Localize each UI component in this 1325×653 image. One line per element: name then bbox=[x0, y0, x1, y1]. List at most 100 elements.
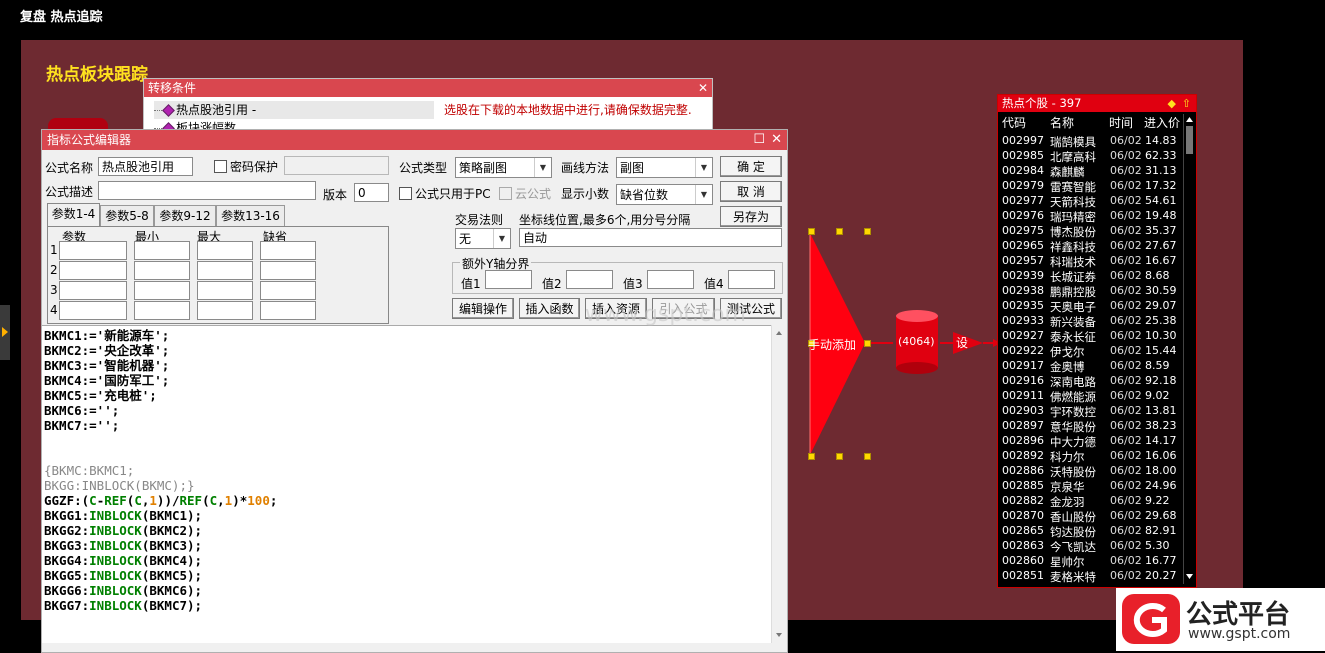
table-row[interactable]: 002870 香山股份 06/02 29.68 bbox=[998, 509, 1182, 524]
resize-handle[interactable] bbox=[808, 453, 815, 460]
close-icon[interactable]: ✕ bbox=[771, 130, 782, 150]
maximize-icon[interactable]: ☐ bbox=[753, 130, 765, 150]
tab-params-9-12[interactable]: 参数9-12 bbox=[154, 205, 216, 226]
table-row[interactable]: 002997 瑞鹄模具 06/02 14.83 bbox=[998, 134, 1182, 149]
table-row[interactable]: 002911 佛燃能源 06/02 9.02 bbox=[998, 389, 1182, 404]
tree-item[interactable]: 热点股池引用 - bbox=[154, 101, 434, 119]
param-cell-input[interactable] bbox=[134, 241, 190, 260]
table-row[interactable]: 002892 科力尔 06/02 16.06 bbox=[998, 449, 1182, 464]
formula-desc-input[interactable] bbox=[98, 181, 316, 200]
tab-params-1-4[interactable]: 参数1-4 bbox=[47, 203, 100, 226]
hot-stocks-scrollbar[interactable] bbox=[1183, 114, 1195, 584]
column-header[interactable]: 进入价 bbox=[1144, 114, 1180, 131]
decimals-select[interactable]: 缺省位数 ▼ bbox=[616, 184, 713, 205]
param-cell-input[interactable] bbox=[260, 261, 316, 280]
value2-input[interactable] bbox=[566, 270, 613, 289]
table-row[interactable]: 002885 京泉华 06/02 24.96 bbox=[998, 479, 1182, 494]
table-row[interactable]: 002865 钧达股份 06/02 82.91 bbox=[998, 524, 1182, 539]
table-row[interactable]: 002939 长城证券 06/02 8.68 bbox=[998, 269, 1182, 284]
insert-function-button[interactable]: 插入函数 bbox=[519, 298, 580, 319]
resize-handle[interactable] bbox=[836, 453, 843, 460]
table-row[interactable]: 002886 沃特股份 06/02 18.00 bbox=[998, 464, 1182, 479]
table-row[interactable]: 002922 伊戈尔 06/02 15.44 bbox=[998, 344, 1182, 359]
save-as-button[interactable]: 另存为 bbox=[720, 206, 782, 227]
table-row[interactable]: 002903 宇环数控 06/02 13.81 bbox=[998, 404, 1182, 419]
param-cell-input[interactable] bbox=[134, 261, 190, 280]
pc-only-checkbox[interactable] bbox=[399, 187, 412, 200]
ok-button[interactable]: 确 定 bbox=[720, 156, 782, 177]
code-editor[interactable]: BKMC1:='新能源车'; BKMC2:='央企改革'; BKMC3:='智能机器… bbox=[42, 325, 771, 643]
hot-stocks-titlebar[interactable]: 热点个股 - 397 ◆ ⇧ bbox=[998, 95, 1196, 112]
resize-handle[interactable] bbox=[864, 228, 871, 235]
transfer-titlebar[interactable]: 转移条件 ✕ bbox=[144, 79, 712, 97]
edit-op-button[interactable]: 编辑操作 bbox=[452, 298, 514, 319]
param-cell-input[interactable] bbox=[260, 301, 316, 320]
table-row[interactable]: 002976 瑞玛精密 06/02 19.48 bbox=[998, 209, 1182, 224]
tab-params-5-8[interactable]: 参数5-8 bbox=[100, 205, 154, 226]
transfer-note: 选股在下载的本地数据中进行,请确保数据完整. bbox=[444, 103, 692, 117]
value4-input[interactable] bbox=[728, 270, 775, 289]
param-cell-input[interactable] bbox=[197, 301, 253, 320]
table-row[interactable]: 002957 科瑞技术 06/02 16.67 bbox=[998, 254, 1182, 269]
password-input[interactable] bbox=[284, 156, 389, 175]
table-row[interactable]: 002917 金奥博 06/02 8.59 bbox=[998, 359, 1182, 374]
param-cell-input[interactable] bbox=[59, 261, 127, 280]
table-row[interactable]: 002860 星帅尔 06/02 16.77 bbox=[998, 554, 1182, 569]
param-cell-input[interactable] bbox=[59, 281, 127, 300]
table-row[interactable]: 002933 新兴装备 06/02 25.38 bbox=[998, 314, 1182, 329]
cloud-checkbox[interactable] bbox=[499, 187, 512, 200]
table-row[interactable]: 002927 泰永长征 06/02 10.30 bbox=[998, 329, 1182, 344]
draw-method-select[interactable]: 副图 ▼ bbox=[616, 157, 713, 178]
diamond-icon[interactable]: ◆ bbox=[1168, 95, 1176, 112]
param-cell-input[interactable] bbox=[260, 281, 316, 300]
resize-handle[interactable] bbox=[864, 340, 871, 347]
table-row[interactable]: 002897 意华股份 06/02 38.23 bbox=[998, 419, 1182, 434]
left-panel-toggle[interactable] bbox=[0, 305, 10, 360]
column-header[interactable]: 代码 bbox=[1002, 114, 1026, 131]
editor-titlebar[interactable]: 指标公式编辑器 ☐ ✕ bbox=[42, 130, 787, 150]
draw-method-label: 画线方法 bbox=[561, 161, 610, 175]
close-icon[interactable]: ✕ bbox=[698, 79, 708, 97]
param-cell-input[interactable] bbox=[260, 241, 316, 260]
coord-input[interactable]: 自动 bbox=[519, 228, 782, 247]
param-cell-input[interactable] bbox=[134, 281, 190, 300]
param-cell-input[interactable] bbox=[197, 281, 253, 300]
formula-name-input[interactable]: 热点股池引用 bbox=[98, 157, 193, 176]
table-row[interactable]: 002984 森麒麟 06/02 31.13 bbox=[998, 164, 1182, 179]
resize-handle[interactable] bbox=[864, 453, 871, 460]
version-input[interactable]: 0 bbox=[354, 183, 389, 202]
code-horizontal-scrollbar[interactable] bbox=[42, 643, 771, 651]
resize-handle[interactable] bbox=[836, 228, 843, 235]
table-row[interactable]: 002965 祥鑫科技 06/02 27.67 bbox=[998, 239, 1182, 254]
table-row[interactable]: 002975 博杰股份 06/02 35.37 bbox=[998, 224, 1182, 239]
table-row[interactable]: 002851 麦格米特 06/02 20.27 bbox=[998, 569, 1182, 584]
cancel-button[interactable]: 取 消 bbox=[720, 181, 782, 202]
param-cell-input[interactable] bbox=[197, 241, 253, 260]
table-row[interactable]: 002985 北摩高科 06/02 62.33 bbox=[998, 149, 1182, 164]
code-vertical-scrollbar[interactable] bbox=[771, 325, 786, 643]
password-checkbox[interactable] bbox=[214, 160, 227, 173]
formula-type-select[interactable]: 策略副图 ▼ bbox=[455, 157, 552, 178]
column-header[interactable]: 名称 bbox=[1050, 114, 1074, 131]
trade-rule-select[interactable]: 无 ▼ bbox=[455, 228, 511, 249]
pin-icon[interactable]: ⇧ bbox=[1182, 95, 1191, 112]
param-cell-input[interactable] bbox=[197, 261, 253, 280]
param-cell-input[interactable] bbox=[59, 241, 127, 260]
table-row[interactable]: 002977 天箭科技 06/02 54.61 bbox=[998, 194, 1182, 209]
table-row[interactable]: 002882 金龙羽 06/02 9.22 bbox=[998, 494, 1182, 509]
column-header[interactable]: 时间 bbox=[1109, 114, 1133, 131]
value1-input[interactable] bbox=[485, 270, 532, 289]
param-cell-input[interactable] bbox=[59, 301, 127, 320]
stock-time: 06/02 bbox=[1110, 509, 1142, 522]
table-row[interactable]: 002916 深南电路 06/02 92.18 bbox=[998, 374, 1182, 389]
value3-input[interactable] bbox=[647, 270, 694, 289]
table-row[interactable]: 002863 今飞凯达 06/02 5.30 bbox=[998, 539, 1182, 554]
table-row[interactable]: 002896 中大力德 06/02 14.17 bbox=[998, 434, 1182, 449]
table-row[interactable]: 002935 天奥电子 06/02 29.07 bbox=[998, 299, 1182, 314]
chevron-down-icon: ▼ bbox=[695, 185, 712, 204]
resize-handle[interactable] bbox=[808, 228, 815, 235]
param-cell-input[interactable] bbox=[134, 301, 190, 320]
tab-params-13-16[interactable]: 参数13-16 bbox=[216, 205, 285, 226]
table-row[interactable]: 002938 鹏鼎控股 06/02 30.59 bbox=[998, 284, 1182, 299]
table-row[interactable]: 002979 雷赛智能 06/02 17.32 bbox=[998, 179, 1182, 194]
